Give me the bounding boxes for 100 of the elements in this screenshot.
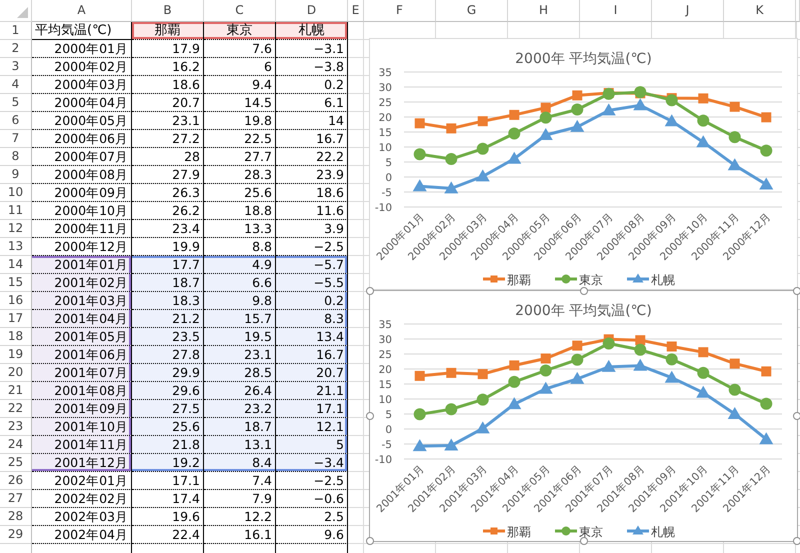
table-cell[interactable]: −2.5 xyxy=(276,472,348,490)
table-cell[interactable]: 9.6 xyxy=(276,526,348,544)
table-cell[interactable]: 25.6 xyxy=(204,184,276,202)
table-cell[interactable]: 2001年05月 xyxy=(32,328,132,346)
table-cell[interactable]: 29.9 xyxy=(132,364,204,382)
table-cell[interactable]: 16.2 xyxy=(132,58,204,76)
table-cell[interactable]: 21.1 xyxy=(276,382,348,400)
table-cell[interactable]: 22.2 xyxy=(276,148,348,166)
row-header[interactable]: 3 xyxy=(0,58,32,76)
table-cell[interactable]: 2000年01月 xyxy=(32,40,132,58)
table-cell[interactable]: 25.6 xyxy=(132,418,204,436)
table-cell[interactable]: 2001年01月 xyxy=(32,256,132,274)
column-header[interactable]: K xyxy=(724,0,796,22)
table-cell[interactable]: 16.7 xyxy=(276,130,348,148)
table-cell[interactable]: 18.6 xyxy=(276,184,348,202)
table-cell[interactable]: 2000年09月 xyxy=(32,184,132,202)
table-cell[interactable]: 那覇 xyxy=(132,22,204,40)
table-cell[interactable]: 5 xyxy=(276,436,348,454)
table-cell[interactable]: 2001年12月 xyxy=(32,454,132,472)
table-cell[interactable]: 20.7 xyxy=(276,364,348,382)
table-cell[interactable]: 2000年03月 xyxy=(32,76,132,94)
table-cell[interactable]: 28.3 xyxy=(204,166,276,184)
table-cell[interactable]: 12.2 xyxy=(204,508,276,526)
table-cell[interactable]: 7.6 xyxy=(204,40,276,58)
table-cell[interactable]: 13.1 xyxy=(204,436,276,454)
table-cell[interactable]: 12.1 xyxy=(276,418,348,436)
table-cell[interactable]: 23.4 xyxy=(132,220,204,238)
table-cell[interactable]: 27.7 xyxy=(204,148,276,166)
table-cell[interactable]: 東京 xyxy=(204,22,276,40)
table-cell[interactable]: 18.8 xyxy=(204,202,276,220)
table-cell[interactable]: 2000年06月 xyxy=(32,130,132,148)
table-cell[interactable]: 19.5 xyxy=(204,328,276,346)
row-header[interactable]: 8 xyxy=(0,148,32,166)
table-cell[interactable]: 27.8 xyxy=(132,346,204,364)
table-cell[interactable]: 23.5 xyxy=(132,328,204,346)
table-cell[interactable]: 26.2 xyxy=(132,202,204,220)
table-cell[interactable]: 2001年11月 xyxy=(32,436,132,454)
row-header[interactable]: 6 xyxy=(0,112,32,130)
table-cell[interactable]: 17.9 xyxy=(132,40,204,58)
table-cell[interactable]: 2002年02月 xyxy=(32,490,132,508)
table-cell[interactable]: 0.2 xyxy=(276,292,348,310)
column-header[interactable]: A xyxy=(32,0,132,22)
table-cell[interactable]: 21.8 xyxy=(132,436,204,454)
table-cell[interactable]: −3.4 xyxy=(276,454,348,472)
row-header[interactable]: 10 xyxy=(0,184,32,202)
resize-handle[interactable] xyxy=(793,287,800,295)
column-header[interactable]: J xyxy=(652,0,724,22)
table-cell[interactable]: 18.6 xyxy=(132,76,204,94)
column-header[interactable]: G xyxy=(436,0,508,22)
table-cell[interactable]: −3.1 xyxy=(276,40,348,58)
table-cell[interactable]: 9.4 xyxy=(204,76,276,94)
column-header[interactable]: H xyxy=(508,0,580,22)
table-cell[interactable]: 0.2 xyxy=(276,76,348,94)
table-cell[interactable]: 2000年10月 xyxy=(32,202,132,220)
table-cell[interactable]: 2000年07月 xyxy=(32,148,132,166)
row-header[interactable]: 1 xyxy=(0,22,32,40)
table-cell[interactable]: 9.8 xyxy=(204,292,276,310)
table-cell[interactable]: 6.6 xyxy=(204,274,276,292)
table-cell[interactable]: 21.2 xyxy=(132,310,204,328)
table-cell[interactable]: 2000年05月 xyxy=(32,112,132,130)
row-header[interactable]: 12 xyxy=(0,220,32,238)
table-cell[interactable]: 2000年11月 xyxy=(32,220,132,238)
table-cell[interactable]: 6.1 xyxy=(276,94,348,112)
table-cell[interactable]: 23.2 xyxy=(204,400,276,418)
table-cell[interactable]: 2001年04月 xyxy=(32,310,132,328)
table-cell[interactable]: 8.3 xyxy=(276,310,348,328)
table-cell[interactable]: 22.4 xyxy=(132,526,204,544)
table-cell[interactable]: 2001年09月 xyxy=(32,400,132,418)
row-header[interactable]: 28 xyxy=(0,508,32,526)
table-cell[interactable]: −0.6 xyxy=(276,490,348,508)
table-cell[interactable]: 2002年01月 xyxy=(32,472,132,490)
table-cell[interactable]: 18.7 xyxy=(132,274,204,292)
row-header[interactable]: 9 xyxy=(0,166,32,184)
row-header[interactable]: 13 xyxy=(0,238,32,256)
table-cell[interactable]: −5.7 xyxy=(276,256,348,274)
table-cell[interactable]: 11.6 xyxy=(276,202,348,220)
table-cell[interactable]: 15.7 xyxy=(204,310,276,328)
table-cell[interactable]: 16.7 xyxy=(276,346,348,364)
resize-handle[interactable] xyxy=(580,537,588,545)
table-cell[interactable]: 2001年10月 xyxy=(32,418,132,436)
table-cell[interactable]: 3.9 xyxy=(276,220,348,238)
table-cell[interactable]: 22.5 xyxy=(204,130,276,148)
table-cell[interactable]: 2000年04月 xyxy=(32,94,132,112)
table-cell[interactable]: 28.5 xyxy=(204,364,276,382)
table-cell[interactable]: −5.5 xyxy=(276,274,348,292)
resize-handle[interactable] xyxy=(366,412,374,420)
table-cell[interactable]: 27.9 xyxy=(132,166,204,184)
column-header[interactable]: E xyxy=(348,0,364,22)
table-cell[interactable]: 6 xyxy=(204,58,276,76)
row-header[interactable]: 27 xyxy=(0,490,32,508)
table-cell[interactable]: 2000年08月 xyxy=(32,166,132,184)
table-cell[interactable]: 19.2 xyxy=(132,454,204,472)
table-cell[interactable]: 2000年02月 xyxy=(32,58,132,76)
row-header[interactable]: 4 xyxy=(0,76,32,94)
table-cell[interactable]: 7.9 xyxy=(204,490,276,508)
table-cell[interactable]: 札幌 xyxy=(276,22,348,40)
column-header[interactable]: F xyxy=(364,0,436,22)
table-cell[interactable]: 14.5 xyxy=(204,94,276,112)
table-cell[interactable]: 14 xyxy=(276,112,348,130)
table-cell[interactable]: 4.9 xyxy=(204,256,276,274)
